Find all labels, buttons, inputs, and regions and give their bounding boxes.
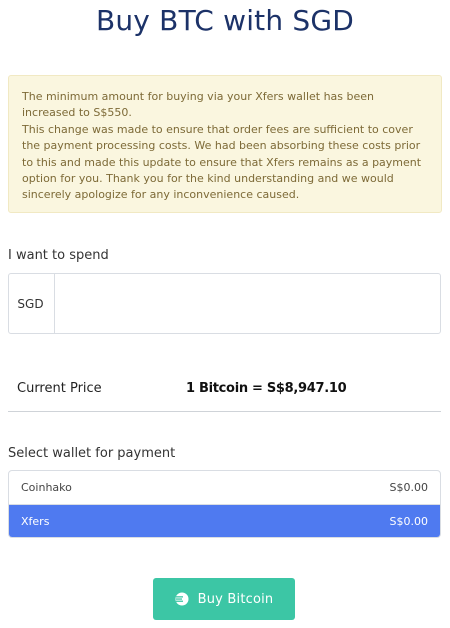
minimum-amount-notice: The minimum amount for buying via your X…: [8, 75, 442, 213]
current-price-value: 1 Bitcoin = S$8,947.10: [186, 381, 347, 396]
wallet-select-label: Select wallet for payment: [8, 446, 176, 461]
wallet-option-xfers[interactable]: Xfers S$0.00: [9, 504, 440, 537]
wallet-list: Coinhako S$0.00 Xfers S$0.00: [8, 470, 441, 538]
coin-stack-icon: [175, 592, 189, 606]
current-price-row: Current Price 1 Bitcoin = S$8,947.10: [8, 370, 441, 412]
wallet-balance: S$0.00: [389, 481, 428, 494]
spend-label: I want to spend: [8, 248, 109, 263]
notice-line-2: This change was made to ensure that orde…: [22, 122, 422, 202]
spend-amount-input[interactable]: [55, 274, 440, 333]
wallet-name: Coinhako: [21, 481, 72, 494]
buy-bitcoin-button[interactable]: Buy Bitcoin: [153, 578, 295, 620]
buy-bitcoin-label: Buy Bitcoin: [197, 591, 274, 607]
wallet-balance: S$0.00: [389, 514, 428, 528]
wallet-name: Xfers: [21, 514, 50, 528]
wallet-option-coinhako[interactable]: Coinhako S$0.00: [9, 471, 440, 504]
buy-btc-page: Buy BTC with SGD The minimum amount for …: [0, 0, 450, 628]
notice-line-1: The minimum amount for buying via your X…: [22, 90, 374, 120]
spend-amount-group: SGD: [8, 273, 441, 334]
page-title: Buy BTC with SGD: [95, 4, 355, 37]
currency-addon: SGD: [9, 274, 55, 333]
current-price-label: Current Price: [17, 381, 102, 396]
